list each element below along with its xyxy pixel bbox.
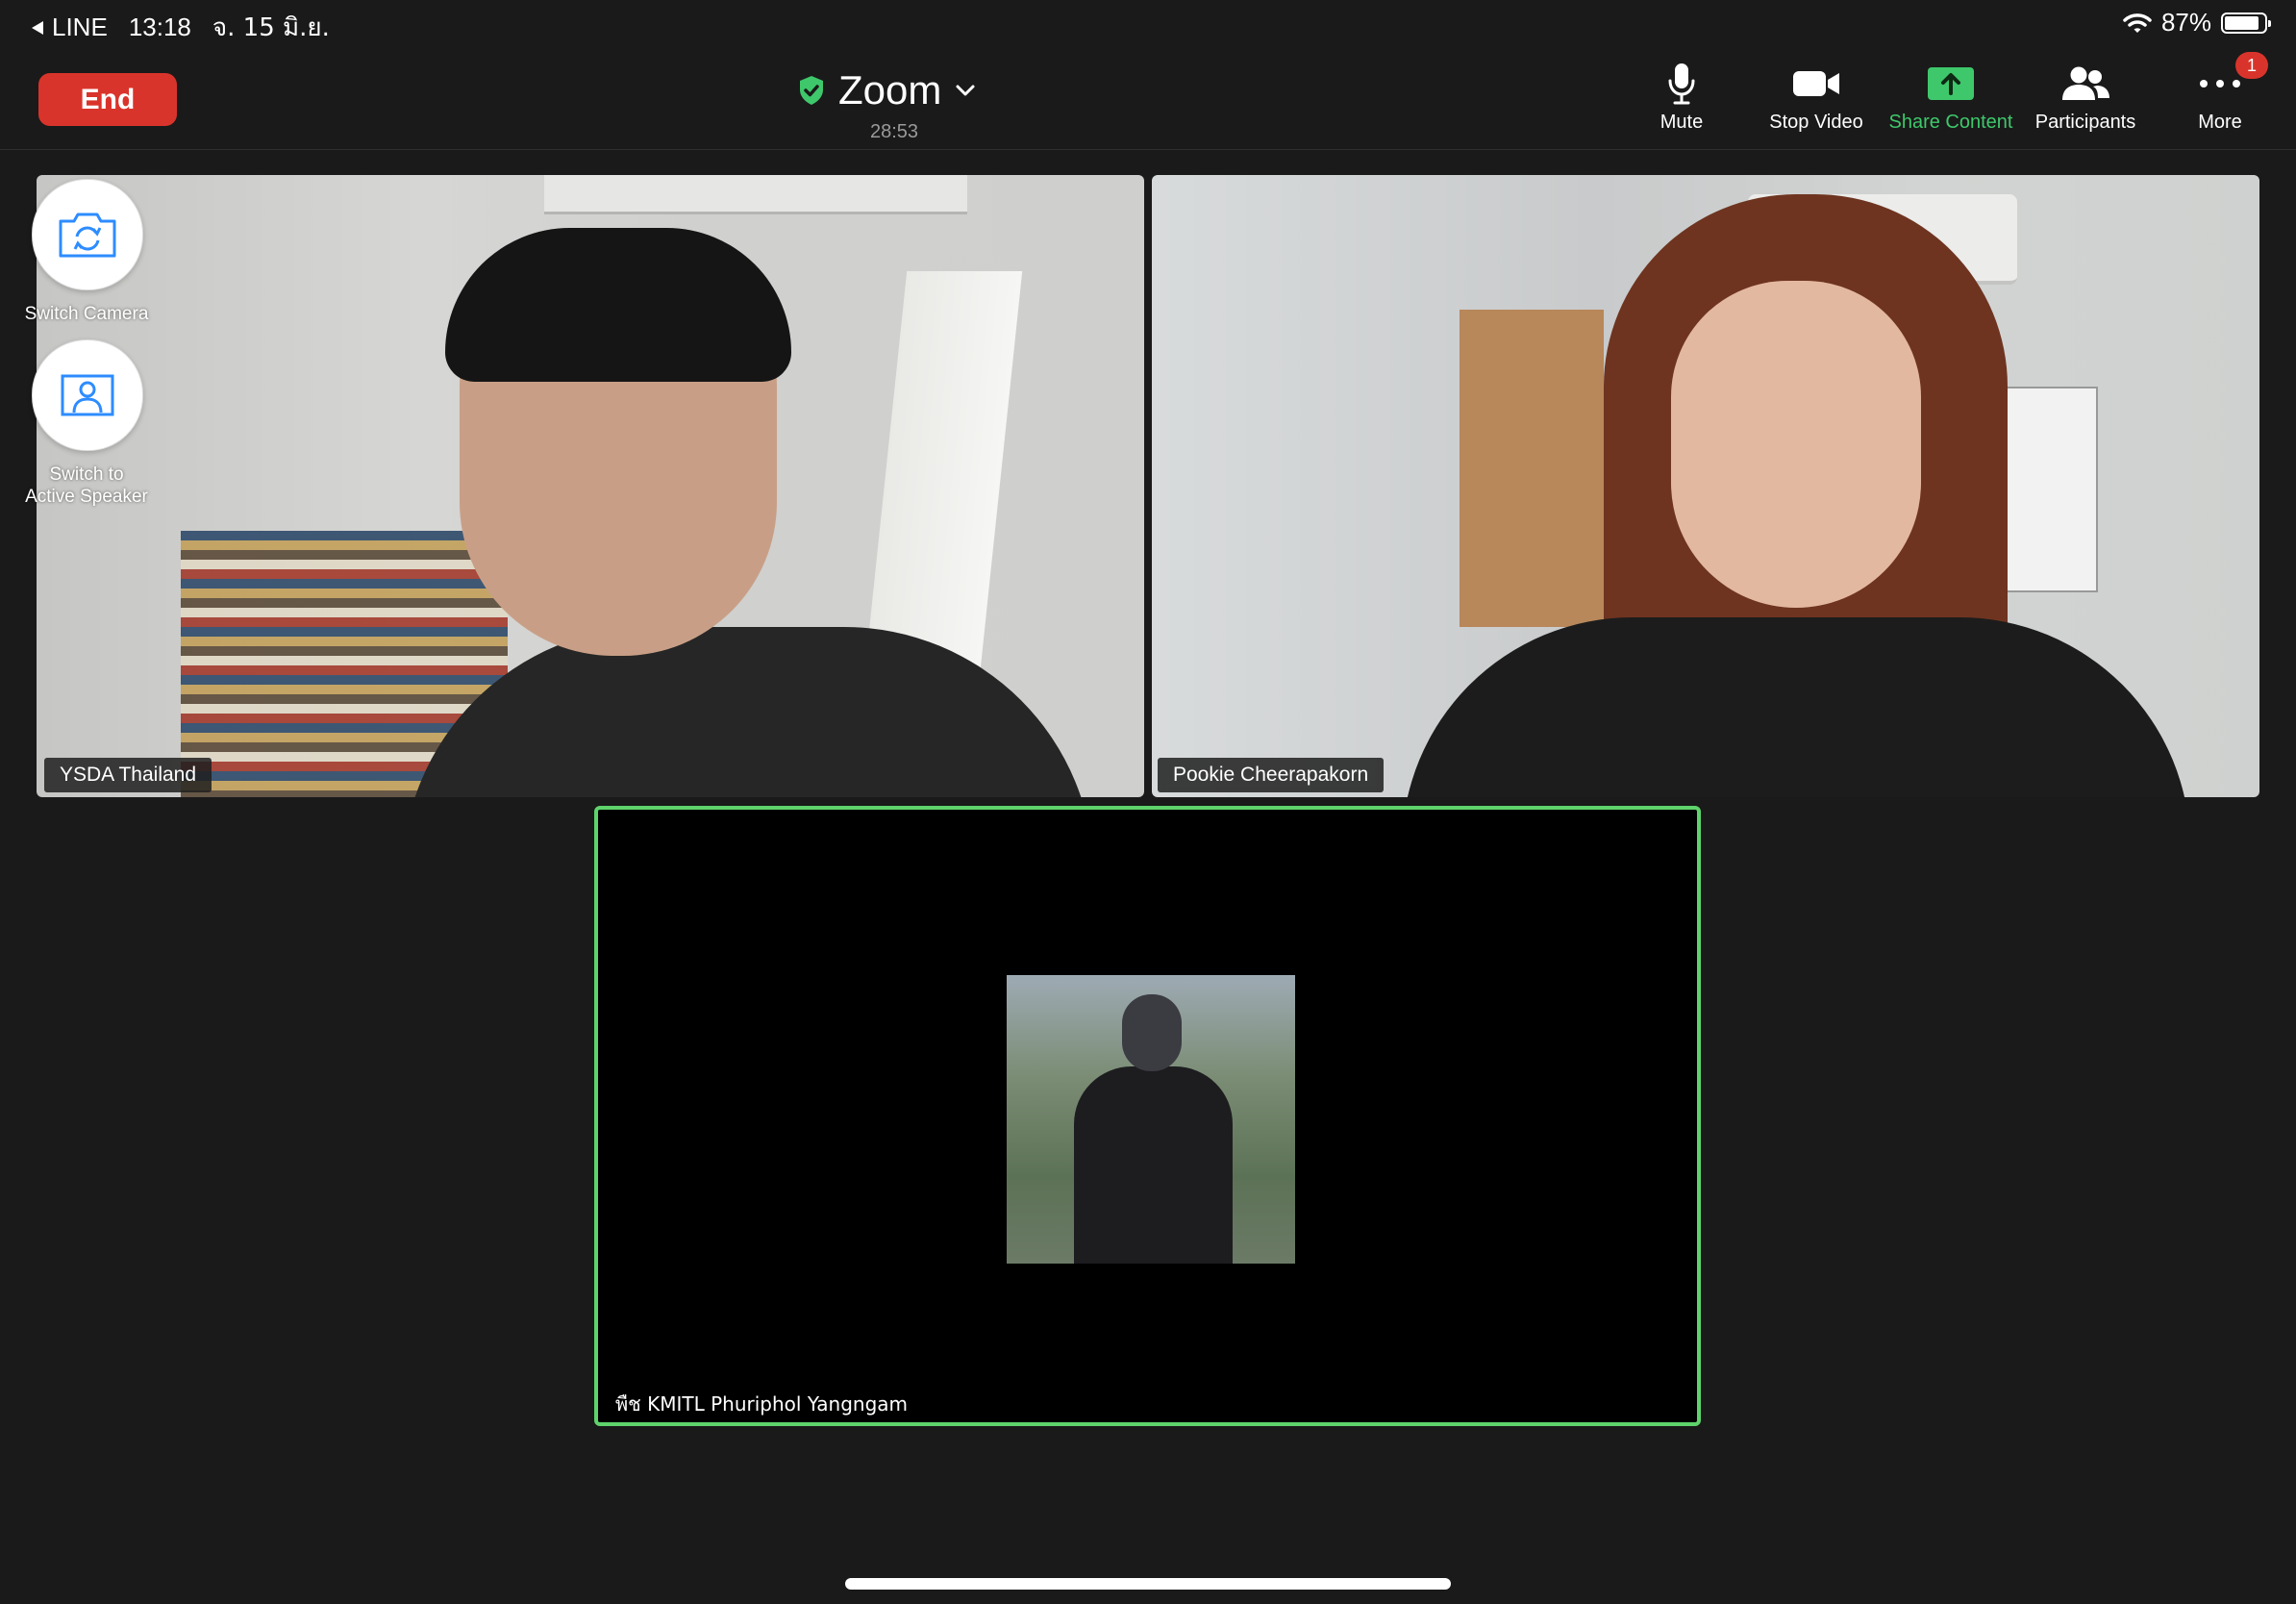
more-dots-icon: [2200, 80, 2240, 88]
shield-check-icon: [800, 76, 823, 105]
status-right: 87%: [2123, 8, 2271, 38]
participant-video-tile[interactable]: Pookie Cheerapakorn: [1152, 175, 2259, 797]
participants-label: Participants: [2034, 112, 2136, 133]
photo-person-body: [1074, 1066, 1233, 1264]
back-app-label: LINE: [52, 13, 108, 41]
active-speaker-video-tile[interactable]: พืช KMITL Phuriphol Yangngam: [594, 806, 1701, 1426]
person-silhouette: [1402, 617, 2190, 797]
active-speaker-label-line1: Switch to: [49, 464, 124, 485]
battery-percent: 87%: [2160, 8, 2211, 37]
clock-time: 13:18: [128, 13, 191, 41]
chevron-down-icon: [956, 85, 975, 96]
participants-button[interactable]: Participants: [2018, 62, 2153, 134]
switch-to-active-speaker-button[interactable]: [32, 339, 143, 451]
mute-button[interactable]: Mute: [1614, 62, 1749, 134]
person-hair: [445, 228, 791, 382]
mute-label: Mute: [1660, 112, 1704, 133]
active-speaker-label: Switch to Active Speaker: [0, 464, 173, 508]
participant-name-tag: พืช KMITL Phuriphol Yangngam: [615, 1392, 909, 1416]
end-meeting-button[interactable]: End: [38, 73, 177, 126]
switch-camera-label: Switch Camera: [24, 304, 149, 324]
status-bar: LINE 13:18 จ. 15 มิ.ย. 87%: [0, 0, 2296, 48]
share-content-label: Share Content: [1888, 112, 2013, 133]
active-speaker-icon: [61, 374, 114, 416]
meeting-title-dropdown[interactable]: Zoom: [798, 67, 990, 113]
toolbar-divider: [0, 149, 2296, 150]
stop-video-button[interactable]: Stop Video: [1749, 62, 1884, 134]
share-content-button[interactable]: Share Content: [1884, 62, 2018, 134]
notification-badge: 1: [2235, 52, 2268, 79]
home-indicator[interactable]: [845, 1578, 1451, 1590]
air-conditioner: [544, 175, 967, 214]
participants-icon: [2062, 66, 2109, 100]
participant-name-tag: Pookie Cheerapakorn: [1158, 758, 1385, 792]
participant-profile-photo: [1007, 975, 1295, 1264]
active-speaker-label-line2: Active Speaker: [25, 487, 148, 507]
date-label: จ. 15 มิ.ย.: [212, 13, 330, 42]
switch-camera-button[interactable]: [32, 179, 143, 290]
back-to-app-link[interactable]: LINE: [31, 13, 108, 42]
shelf-background: [1460, 310, 1604, 627]
more-button[interactable]: More: [2153, 62, 2287, 134]
wifi-icon: [2123, 13, 2152, 33]
share-arrow-icon: [1928, 67, 1974, 100]
participant-video-tile[interactable]: YSDA Thailand: [37, 175, 1144, 797]
meeting-title: Zoom: [838, 67, 942, 113]
switch-camera-icon: [59, 213, 116, 258]
status-left: LINE 13:18 จ. 15 มิ.ย.: [31, 8, 330, 47]
battery-icon: [2221, 12, 2271, 34]
participant-name-tag: YSDA Thailand: [44, 758, 212, 792]
video-camera-icon: [1793, 71, 1839, 96]
battery-fill: [2225, 15, 2259, 30]
back-triangle-icon: [32, 20, 43, 35]
person-head: [1671, 281, 1921, 608]
meeting-timer: 28:53: [869, 121, 919, 142]
photo-person-head: [1122, 994, 1182, 1071]
more-label: More: [2198, 112, 2242, 133]
microphone-icon: [1668, 63, 1695, 105]
stop-video-label: Stop Video: [1769, 112, 1863, 133]
